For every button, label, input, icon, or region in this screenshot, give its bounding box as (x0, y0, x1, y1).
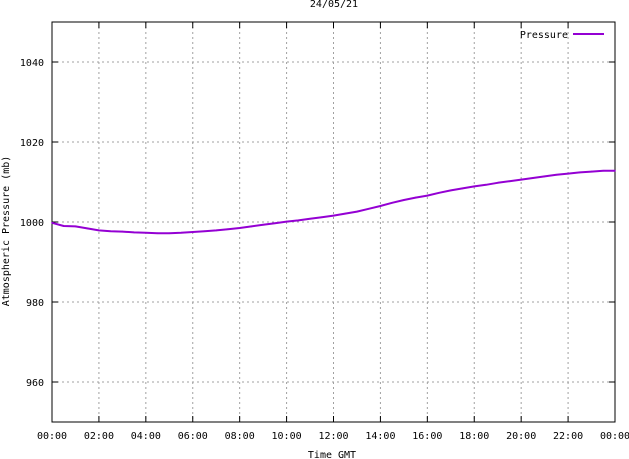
series-point-pressure (426, 194, 429, 197)
series-point-pressure (567, 172, 569, 175)
series-point-pressure (191, 231, 194, 233)
series-point-pressure (309, 218, 311, 220)
series-point-pressure (133, 231, 135, 234)
series-point-pressure (532, 177, 534, 179)
series-point-pressure (414, 196, 417, 199)
x-tick-label: 20:00 (506, 431, 536, 442)
x-tick-label: 14:00 (365, 431, 395, 442)
series-point-pressure (356, 210, 358, 213)
y-axis-ticks: 960 980 1000 1020 1040 (20, 58, 615, 389)
series-point-pressure (602, 170, 605, 172)
x-tick-label: 06:00 (178, 431, 208, 442)
series-point-pressure (86, 227, 88, 230)
chart-title: 24/05/21 (310, 0, 358, 10)
series-point-pressure (496, 182, 499, 184)
series-point-pressure (555, 174, 558, 176)
y-tick-label: 1000 (20, 218, 44, 229)
y-axis-label: Atmospheric Pressure (mb) (1, 156, 12, 307)
x-tick-label: 02:00 (84, 431, 114, 442)
series-point-pressure (520, 178, 522, 181)
series-point-pressure (51, 222, 53, 224)
x-axis-label: Time GMT (308, 450, 356, 459)
series-point-pressure (391, 202, 393, 204)
series-point-pressure (543, 175, 546, 178)
series-point-pressure (344, 212, 347, 215)
series-point-pressure (367, 208, 370, 210)
grid (52, 22, 615, 422)
series-point-pressure (121, 230, 124, 233)
series-point-pressure (461, 187, 464, 190)
series-point-pressure (438, 192, 440, 194)
series-point-pressure (320, 216, 323, 218)
series-point-pressure (579, 171, 581, 174)
series-point-pressure (262, 224, 264, 226)
series-point-pressure (215, 229, 218, 232)
series-point-pressure (297, 219, 300, 222)
series-point-pressure (98, 229, 100, 232)
series-point-pressure (203, 230, 206, 232)
x-tick-label: 10:00 (272, 431, 302, 442)
x-tick-label: 00:00 (37, 431, 67, 442)
x-tick-label: 08:00 (225, 431, 255, 442)
series-point-pressure (156, 232, 159, 234)
series-point-pressure (180, 232, 182, 234)
x-tick-label: 12:00 (318, 431, 348, 442)
series-point-pressure (274, 222, 276, 224)
x-tick-label: 22:00 (553, 431, 583, 442)
series-point-pressure (74, 225, 77, 228)
series-point-pressure (473, 185, 476, 188)
series-point-pressure (403, 199, 405, 201)
series-point-pressure (285, 220, 288, 223)
series-point-pressure (590, 170, 593, 173)
series-point-pressure (62, 225, 65, 227)
series-point-pressure (250, 225, 253, 228)
series-point-pressure (614, 170, 616, 172)
series-point-pressure (227, 228, 229, 230)
y-tick-label: 960 (26, 378, 44, 389)
x-tick-label: 16:00 (412, 431, 442, 442)
x-tick-label: 18:00 (459, 431, 489, 442)
y-tick-label: 1020 (20, 138, 44, 149)
legend-label-pressure: Pressure (520, 30, 568, 41)
y-tick-label: 1040 (20, 58, 44, 69)
series-point-pressure (145, 232, 147, 234)
series-point-pressure (109, 230, 112, 232)
series-point-pressure (508, 180, 511, 182)
x-tick-label: 00:00 (600, 431, 629, 442)
series-point-pressure (168, 232, 171, 234)
series-point-pressure (238, 227, 241, 229)
legend: Pressure (520, 30, 604, 41)
series-point-pressure (332, 214, 335, 217)
x-tick-label: 04:00 (131, 431, 161, 442)
y-tick-label: 980 (26, 298, 44, 309)
series-point-pressure (379, 205, 382, 207)
series-point-pressure (485, 184, 487, 186)
series-point-pressure (449, 189, 452, 192)
pressure-chart: 24/05/21 960 980 1000 1020 1040 00:00 02:00 04… (1, 0, 629, 459)
